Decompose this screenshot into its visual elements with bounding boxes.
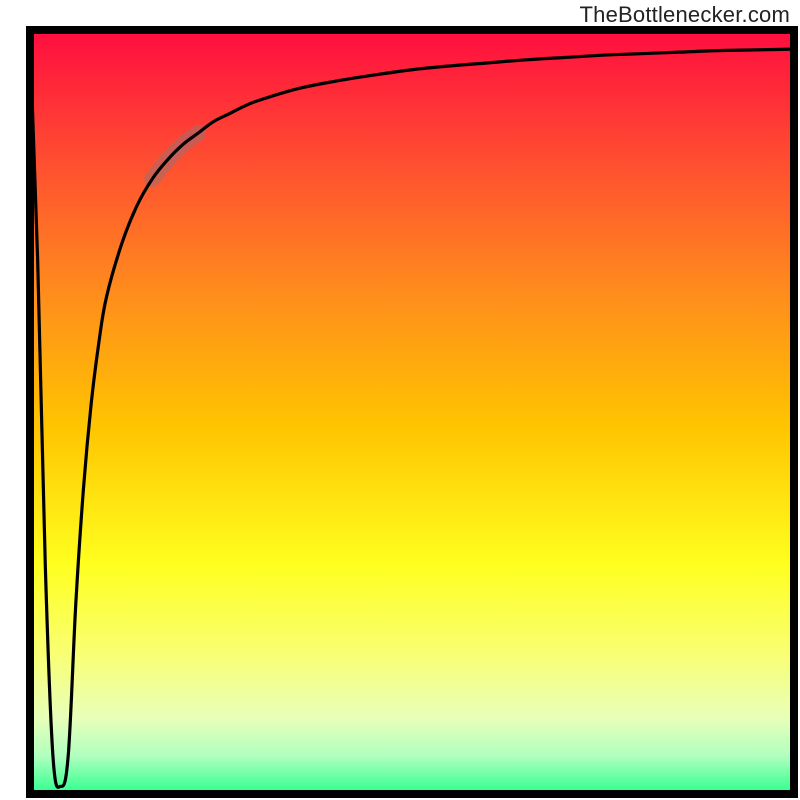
- plot-background: [30, 30, 794, 794]
- bottleneck-chart: [0, 0, 800, 800]
- chart-stage: TheBottlenecker.com: [0, 0, 800, 800]
- plot-area: [30, 30, 794, 794]
